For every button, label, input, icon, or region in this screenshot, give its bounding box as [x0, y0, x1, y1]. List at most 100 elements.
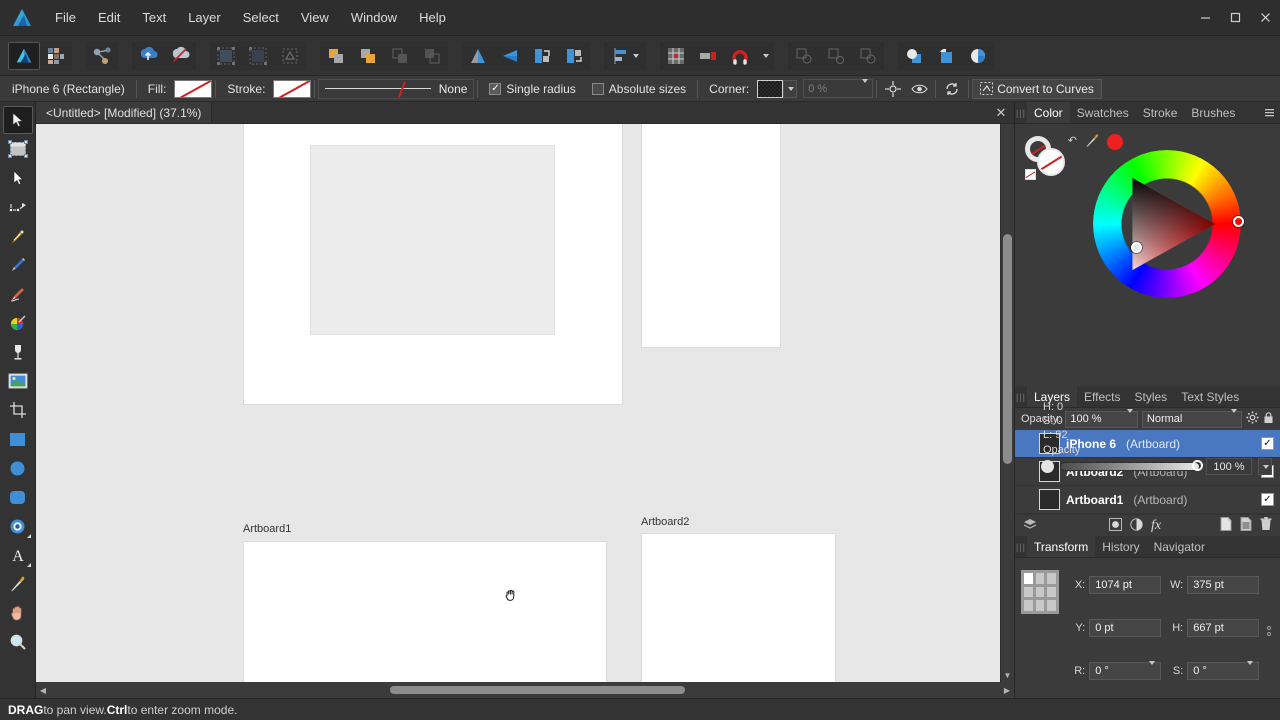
ungroup-icon[interactable] [820, 42, 852, 70]
opacity-value-field[interactable]: 100 % [1206, 458, 1252, 475]
swap-fill-stroke-icon[interactable]: ↶ [1068, 134, 1077, 147]
h-field[interactable]: 667 pt [1187, 619, 1260, 637]
move-tool[interactable] [2, 106, 33, 134]
horizontal-scroll-track[interactable] [50, 682, 1000, 698]
crop-tool[interactable] [3, 396, 33, 424]
geometry-divide-icon[interactable] [416, 42, 448, 70]
anchor-cell-top-center[interactable] [1035, 573, 1045, 584]
group-icon[interactable] [788, 42, 820, 70]
fx-icon[interactable]: fx [1151, 518, 1161, 534]
maximize-button[interactable] [1220, 0, 1250, 35]
ellipse-tool[interactable] [3, 454, 33, 482]
colour-picker-tool[interactable] [3, 570, 33, 598]
triangle-knob[interactable] [1131, 242, 1142, 253]
anchor-cell-bottom-left[interactable] [1024, 600, 1033, 611]
fill-stroke-selector[interactable]: ↶ [1025, 134, 1077, 180]
anchor-cell-middle-left[interactable] [1024, 586, 1033, 598]
geometry-intersect-icon[interactable] [384, 42, 416, 70]
snap-bar-icon[interactable] [692, 42, 724, 70]
snapping-options-chevron-icon[interactable] [756, 42, 774, 70]
eyedropper-icon[interactable] [1085, 132, 1101, 151]
single-radius-checkbox[interactable]: ✓ Single radius [481, 82, 583, 96]
r-field[interactable]: 0 ° [1089, 661, 1162, 680]
menu-window[interactable]: Window [340, 0, 408, 35]
close-button[interactable] [1250, 0, 1280, 35]
menu-layer[interactable]: Layer [177, 0, 232, 35]
cloud-add-icon[interactable] [132, 42, 164, 70]
menu-help[interactable]: Help [408, 0, 457, 35]
opacity-dropdown[interactable] [1258, 458, 1272, 475]
anchor-cell-middle-center[interactable] [1035, 586, 1045, 598]
opacity-slider-knob[interactable] [1192, 460, 1203, 471]
tab-brushes[interactable]: Brushes [1184, 102, 1242, 123]
adjustment-icon[interactable] [1109, 517, 1122, 534]
panel-menu-icon[interactable] [1260, 102, 1280, 123]
view-tool[interactable] [3, 599, 33, 627]
pen-tool[interactable] [3, 222, 33, 250]
scroll-left-arrow-icon[interactable]: ◀ [36, 683, 50, 697]
pencil-tool[interactable] [3, 251, 33, 279]
flip-vertical-icon[interactable] [494, 42, 526, 70]
y-field[interactable]: 0 pt [1089, 619, 1162, 637]
panel-grip-icon[interactable]: ||| [1015, 102, 1027, 123]
scroll-down-arrow-icon[interactable]: ▼ [1001, 668, 1015, 682]
node-tool[interactable] [3, 164, 33, 192]
marquee-grid-icon[interactable] [210, 42, 242, 70]
lock-icon[interactable] [1263, 411, 1274, 427]
w-field[interactable]: 375 pt [1187, 576, 1260, 594]
default-colors-icon[interactable] [1025, 169, 1036, 180]
anchor-cell-top-right[interactable] [1047, 573, 1057, 584]
tab-swatches[interactable]: Swatches [1070, 102, 1136, 123]
fill-swatch[interactable] [174, 79, 213, 98]
tab-text-styles[interactable]: Text Styles [1174, 386, 1246, 407]
corner-type-swatch[interactable] [757, 79, 784, 98]
flip-horizontal-icon[interactable] [462, 42, 494, 70]
x-field[interactable]: 1074 pt [1089, 576, 1162, 594]
close-document-icon[interactable]: ✕ [988, 102, 1014, 123]
magnet-icon[interactable] [724, 42, 756, 70]
transform-anchor-selector[interactable] [1021, 570, 1060, 614]
geometry-subtract-icon[interactable] [352, 42, 384, 70]
document-tab[interactable]: <Untitled> [Modified] (37.1%) [36, 102, 213, 123]
absolute-sizes-checkbox[interactable]: Absolute sizes [584, 82, 694, 96]
opacity-slider[interactable] [1060, 460, 1203, 471]
align-icon[interactable] [604, 42, 646, 70]
link-width-height-icon[interactable] [1267, 572, 1274, 690]
new-layer-icon[interactable] [1220, 517, 1232, 534]
gear-icon[interactable] [1246, 411, 1259, 427]
export-persona-icon[interactable] [86, 42, 118, 70]
anchor-cell-top-left[interactable] [1024, 573, 1033, 584]
horizontal-scroll-thumb[interactable] [390, 686, 685, 694]
ipad-air-inner-rectangle[interactable] [310, 145, 555, 335]
stroke-width-selector[interactable]: None [318, 78, 475, 99]
refresh-icon[interactable] [939, 79, 965, 99]
artboard-tool[interactable] [3, 135, 33, 163]
show-bounds-icon[interactable] [906, 79, 932, 99]
effects-cube-icon[interactable] [930, 42, 962, 70]
tab-stroke[interactable]: Stroke [1136, 102, 1185, 123]
mask-icon[interactable] [1130, 517, 1143, 534]
corner-type-dropdown[interactable] [783, 79, 798, 98]
layers-opacity-field[interactable]: 100 % [1065, 409, 1138, 428]
delete-layer-icon[interactable] [1260, 517, 1272, 534]
blend-mode-dropdown[interactable]: Normal [1141, 409, 1242, 428]
panel-grip-icon[interactable]: ||| [1015, 386, 1027, 407]
rotate-left-icon[interactable] [526, 42, 558, 70]
grid-icon[interactable] [660, 42, 692, 70]
text-tool[interactable]: A [3, 541, 33, 569]
color-wheel[interactable] [1093, 150, 1244, 298]
tab-styles[interactable]: Styles [1128, 386, 1175, 407]
marquee-dots-icon[interactable] [242, 42, 274, 70]
anchor-cell-middle-right[interactable] [1047, 586, 1057, 598]
menu-file[interactable]: File [44, 0, 87, 35]
layer-visibility-checkbox[interactable]: ✓ [1261, 437, 1274, 450]
corner-radius-field[interactable]: 0 % [803, 78, 874, 98]
tab-color[interactable]: Color [1027, 102, 1070, 123]
menu-edit[interactable]: Edit [87, 0, 131, 35]
tab-transform[interactable]: Transform [1027, 536, 1096, 557]
mask-pie-icon[interactable] [962, 42, 994, 70]
horizontal-scrollbar[interactable]: ◀ ▶ [36, 682, 1014, 698]
vertical-scrollbar[interactable]: ▼ [1000, 124, 1014, 682]
menu-select[interactable]: Select [232, 0, 290, 35]
vector-brush-tool[interactable] [3, 280, 33, 308]
